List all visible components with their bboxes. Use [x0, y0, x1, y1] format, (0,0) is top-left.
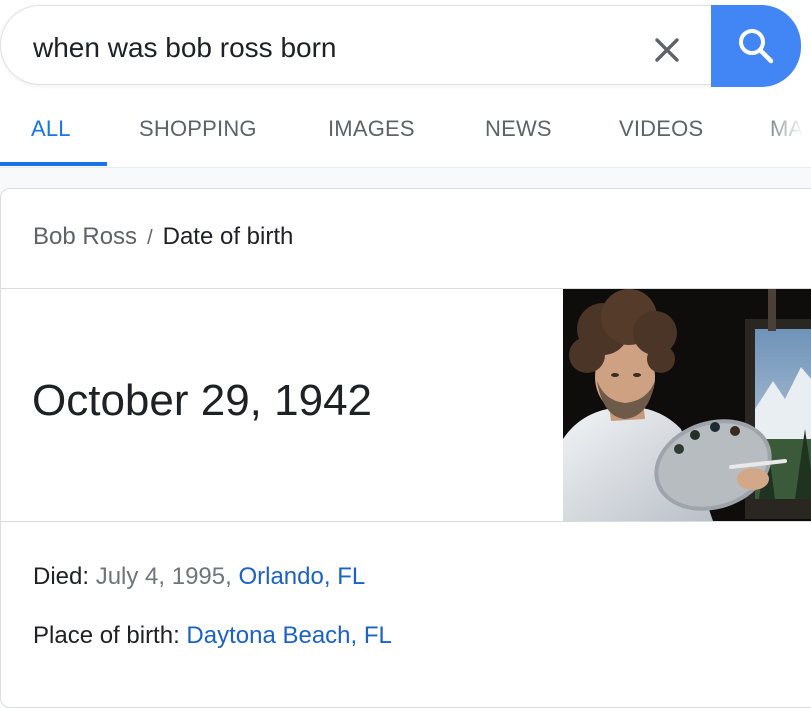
tab-images[interactable]: IMAGES — [328, 116, 415, 142]
divider — [1, 521, 811, 522]
breadcrumb-separator: / — [147, 227, 153, 249]
tab-all[interactable]: ALL — [31, 116, 71, 142]
search-button[interactable] — [711, 5, 801, 87]
active-tab-indicator — [0, 162, 107, 166]
birthplace-label: Place of birth: — [33, 622, 180, 649]
search-bar — [0, 5, 811, 89]
breadcrumb-parent[interactable]: Bob Ross — [33, 223, 137, 250]
search-input[interactable] — [33, 28, 593, 68]
answer-date: October 29, 1942 — [32, 376, 373, 425]
portrait-photo[interactable] — [563, 289, 811, 521]
tab-shopping[interactable]: SHOPPING — [139, 116, 257, 142]
close-icon — [655, 38, 679, 62]
died-date: July 4, 1995, — [95, 563, 232, 590]
tab-news[interactable]: NEWS — [485, 116, 552, 142]
died-place-link[interactable]: Orlando, FL — [238, 563, 365, 590]
search-icon — [739, 29, 774, 64]
breadcrumb-current: Date of birth — [162, 223, 294, 250]
search-box[interactable] — [0, 5, 800, 85]
breadcrumb: Bob Ross / Date of birth — [33, 223, 293, 251]
search-tabs: ALL SHOPPING IMAGES NEWS VIDEOS MA — [0, 96, 811, 168]
died-fact: Died: July 4, 1995, Orlando, FL — [33, 563, 365, 591]
tab-videos[interactable]: VIDEOS — [619, 116, 703, 142]
birthplace-link[interactable]: Daytona Beach, FL — [186, 622, 391, 649]
answer-card: Bob Ross / Date of birth October 29, 1942 — [0, 188, 811, 708]
clear-search-button[interactable] — [643, 26, 691, 74]
tabs-fade — [760, 96, 811, 166]
portrait-image — [563, 289, 811, 521]
birthplace-fact: Place of birth: Daytona Beach, FL — [33, 622, 392, 650]
died-label: Died: — [33, 563, 90, 590]
